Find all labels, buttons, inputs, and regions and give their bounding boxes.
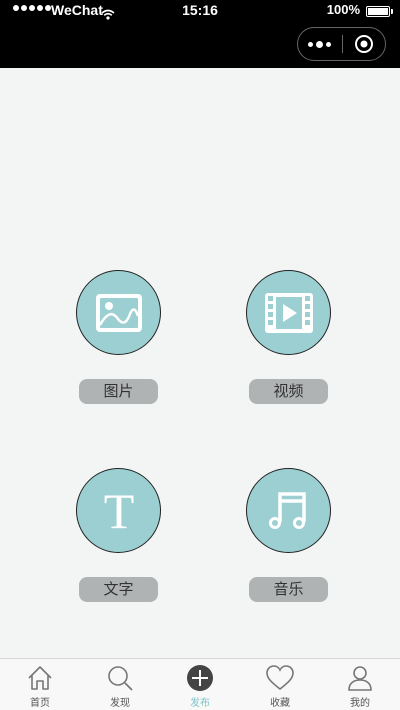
heart-icon[interactable] (265, 663, 295, 693)
home-icon[interactable] (25, 663, 55, 693)
battery-icon (366, 6, 393, 17)
tab-favorites[interactable]: 收藏 (240, 659, 320, 710)
image-icon[interactable] (76, 270, 161, 355)
battery-percent: 100% (326, 2, 360, 17)
target-close-icon[interactable] (342, 28, 385, 60)
mini-program-capsule (297, 27, 386, 61)
tab-publish[interactable]: 发布 (160, 659, 240, 710)
post-option-video[interactable]: 视频 (234, 270, 344, 410)
plus-icon[interactable] (185, 663, 215, 693)
search-icon[interactable] (105, 663, 135, 693)
post-option-label[interactable]: 图片 (79, 379, 158, 404)
tab-label: 发现 (110, 698, 130, 709)
tab-bar: 首页 发现 发布 收藏 我的 (0, 658, 400, 710)
tab-label: 发布 (190, 698, 210, 709)
tab-home[interactable]: 首页 (0, 659, 80, 710)
tab-discover[interactable]: 发现 (80, 659, 160, 710)
user-icon[interactable] (345, 663, 375, 693)
status-bar: WeChat 15:16 100% (0, 0, 400, 68)
post-option-label[interactable]: 视频 (249, 379, 328, 404)
post-option-label[interactable]: 文字 (79, 577, 158, 602)
tab-label: 我的 (350, 698, 370, 709)
more-dots-icon[interactable] (298, 28, 342, 60)
screen: WeChat 15:16 100% 图片 视频 T 文字 音乐 首页 发现 发布… (0, 0, 400, 710)
text-icon[interactable]: T (76, 468, 161, 553)
post-type-panel: 图片 视频 T 文字 音乐 (0, 68, 400, 658)
tab-profile[interactable]: 我的 (320, 659, 400, 710)
post-option-label[interactable]: 音乐 (249, 577, 328, 602)
post-option-music[interactable]: 音乐 (234, 468, 344, 608)
post-option-text[interactable]: T 文字 (64, 468, 174, 608)
post-option-image[interactable]: 图片 (64, 270, 174, 410)
music-icon[interactable] (246, 468, 331, 553)
svg-text:T: T (103, 488, 134, 534)
tab-label: 收藏 (270, 698, 290, 709)
video-icon[interactable] (246, 270, 331, 355)
tab-label: 首页 (30, 698, 50, 709)
